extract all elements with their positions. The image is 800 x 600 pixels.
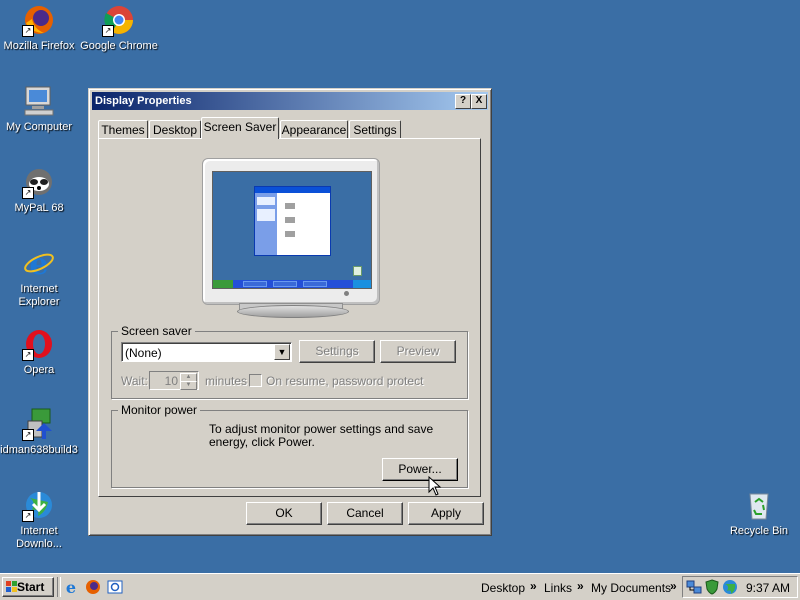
chevron-down-icon[interactable]: ▼ xyxy=(274,344,290,360)
monitor-power-group-label: Monitor power xyxy=(118,403,201,417)
desktop-icon-label: idman638build3 xyxy=(0,444,78,456)
shortcut-arrow-icon: ↗ xyxy=(22,429,34,441)
shortcut-arrow-icon: ↗ xyxy=(22,187,34,199)
toolbar-my-documents[interactable]: My Documents xyxy=(591,581,671,595)
chrome-icon: ↗ xyxy=(102,3,136,37)
mouse-cursor-icon xyxy=(428,476,442,496)
system-tray: 9:37 AM xyxy=(682,576,798,598)
firefox-quicklaunch-icon[interactable] xyxy=(85,579,101,595)
svg-text:e: e xyxy=(29,247,48,280)
desktop-icon-label: Internet Downlo... xyxy=(16,525,62,550)
desktop-icon-internet-download[interactable]: ↗ Internet Downlo... xyxy=(0,488,78,551)
display-properties-window[interactable]: Display Properties ? X Themes Desktop Sc… xyxy=(88,88,492,536)
clock[interactable]: 9:37 AM xyxy=(746,581,790,595)
desktop-icon-label: Mozilla Firefox xyxy=(3,40,75,52)
apply-button[interactable]: Apply xyxy=(408,502,484,525)
title-bar[interactable]: Display Properties ? X xyxy=(92,92,488,110)
desktop-icon-label: Opera xyxy=(23,364,55,376)
shortcut-arrow-icon: ↗ xyxy=(22,349,34,361)
screen-saver-preview-button[interactable]: Preview xyxy=(380,340,456,363)
password-protect-checkbox[interactable] xyxy=(249,374,262,387)
window-title: Display Properties xyxy=(95,95,192,107)
password-protect-label: On resume, password protect xyxy=(266,374,424,388)
firefox-icon: ↗ xyxy=(22,3,56,37)
wait-value: 10 xyxy=(164,374,178,388)
recycle-bin-icon xyxy=(742,488,776,522)
chevron-right-icon[interactable]: » xyxy=(670,579,677,593)
screen-saver-selected: (None) xyxy=(125,346,162,360)
internet-explorer-icon: e xyxy=(22,246,56,282)
recycle-bin-icon xyxy=(353,266,362,276)
desktop-icon-label: Google Chrome xyxy=(80,40,158,52)
computer-icon xyxy=(22,84,56,118)
desktop-icon-chrome[interactable]: ↗ Google Chrome xyxy=(80,3,158,53)
tab-screen-saver[interactable]: Screen Saver xyxy=(201,117,279,139)
monitor-stand xyxy=(237,305,349,318)
globe-icon[interactable] xyxy=(722,579,738,595)
chevron-right-icon[interactable]: » xyxy=(577,579,584,593)
network-icon[interactable] xyxy=(686,579,702,595)
help-button[interactable]: ? xyxy=(455,94,471,109)
desktop-icon-firefox[interactable]: ↗ Mozilla Firefox xyxy=(0,3,78,53)
monitor-preview xyxy=(202,158,380,305)
desktop-icon-internet-explorer[interactable]: e Internet Explorer xyxy=(0,246,78,309)
ok-button[interactable]: OK xyxy=(246,502,322,525)
wait-minutes-stepper[interactable]: 10 ▲ ▼ xyxy=(149,371,199,390)
preview-screen xyxy=(212,171,372,289)
toolbar-links[interactable]: Links xyxy=(544,581,572,595)
outlook-express-quicklaunch-icon[interactable] xyxy=(107,579,123,595)
start-label: Start xyxy=(17,580,45,594)
svg-text:e: e xyxy=(66,579,76,595)
desktop-icon-label: Internet Explorer xyxy=(18,283,60,308)
shortcut-arrow-icon: ↗ xyxy=(102,25,114,37)
screen-saver-group-label: Screen saver xyxy=(118,324,195,338)
desktop-icon-label: Recycle Bin xyxy=(729,525,789,537)
shield-icon[interactable] xyxy=(704,579,720,595)
raccoon-icon: ↗ xyxy=(22,165,56,199)
cancel-button[interactable]: Cancel xyxy=(327,502,403,525)
shortcut-arrow-icon: ↗ xyxy=(22,25,34,37)
screen-saver-select[interactable]: (None) ▼ xyxy=(121,342,292,362)
minutes-label: minutes xyxy=(205,374,248,388)
shortcut-arrow-icon: ↗ xyxy=(22,510,34,522)
tab-appearance[interactable]: Appearance xyxy=(280,120,348,138)
close-button[interactable]: X xyxy=(471,94,487,109)
monitor-power-text: To adjust monitor power settings and sav… xyxy=(209,422,434,449)
toolbar-desktop[interactable]: Desktop xyxy=(481,581,525,595)
desktop-icon-label: MyPaL 68 xyxy=(14,202,64,214)
opera-icon: ↗ xyxy=(22,327,56,361)
internet-explorer-quicklaunch-icon[interactable]: e xyxy=(63,579,79,595)
tab-themes[interactable]: Themes xyxy=(98,120,148,138)
installer-icon: ↗ xyxy=(22,407,56,441)
screen-saver-settings-button[interactable]: Settings xyxy=(299,340,375,363)
preview-taskbar xyxy=(213,280,371,288)
desktop-icon-recycle-bin[interactable]: Recycle Bin xyxy=(720,488,798,538)
preview-window-thumbnail xyxy=(254,186,331,256)
power-button[interactable]: Power... xyxy=(382,458,458,481)
windows-logo-icon xyxy=(6,581,17,592)
desktop-icon-idman[interactable]: ↗ idman638build3 xyxy=(0,407,78,457)
desktop-icon-label: My Computer xyxy=(5,121,73,133)
desktop-icon-my-computer[interactable]: My Computer xyxy=(0,84,78,134)
chevron-right-icon[interactable]: » xyxy=(530,579,537,593)
wait-label: Wait: xyxy=(121,374,148,388)
power-led-icon xyxy=(344,291,349,296)
desktop-icon-mypal[interactable]: ↗ MyPaL 68 xyxy=(0,165,78,215)
taskbar: Start e Desktop » Links » My Documents »… xyxy=(0,573,800,600)
spin-down-icon[interactable]: ▼ xyxy=(180,381,197,390)
globe-download-icon: ↗ xyxy=(22,488,56,522)
taskbar-separator xyxy=(57,577,61,597)
desktop-icon-opera[interactable]: ↗ Opera xyxy=(0,327,78,377)
tab-desktop[interactable]: Desktop xyxy=(149,120,201,138)
tab-settings[interactable]: Settings xyxy=(349,120,401,138)
start-button[interactable]: Start xyxy=(2,577,54,597)
